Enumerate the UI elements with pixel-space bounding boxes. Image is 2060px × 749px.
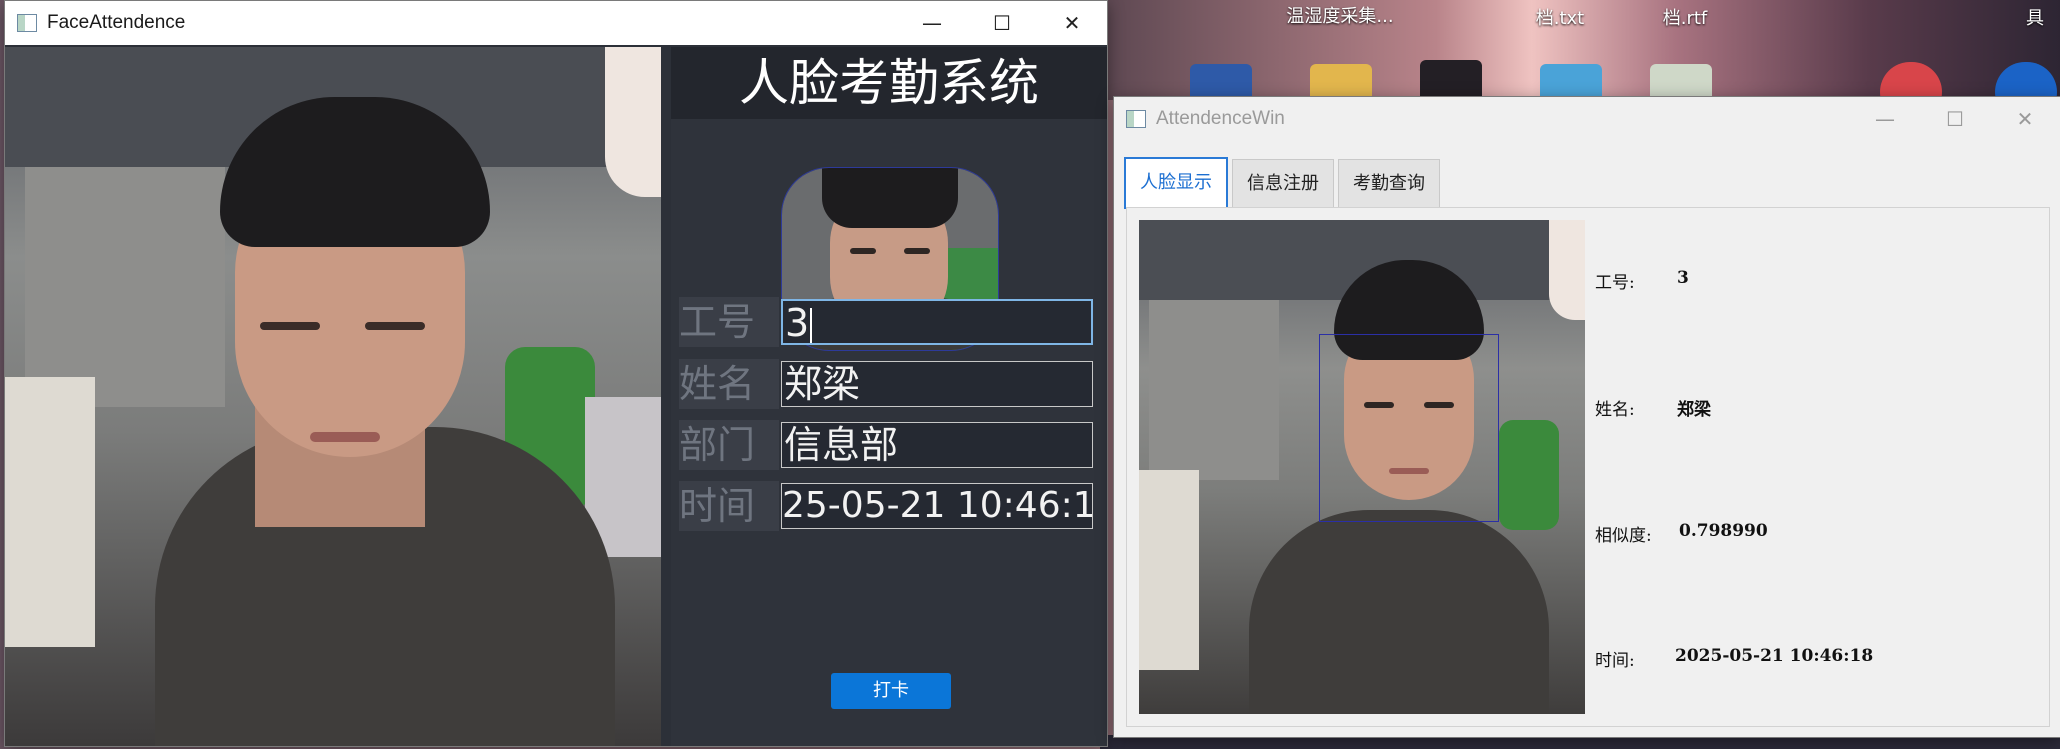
app-window-icon: [1126, 110, 1146, 128]
camera-feed: [5, 47, 661, 746]
person-eye: [260, 322, 320, 330]
wall: [25, 167, 225, 407]
window-title: AttendenceWin: [1156, 108, 1285, 129]
title-bar[interactable]: FaceAttendence — ☐ ✕: [5, 1, 1107, 45]
name-value: 郑梁: [1677, 400, 1711, 420]
name-label: 姓名: [679, 359, 779, 409]
info-id: 工号: 3: [1595, 268, 1689, 293]
maximize-icon[interactable]: ☐: [1920, 97, 1990, 141]
tab-face-display[interactable]: 人脸显示: [1124, 157, 1228, 209]
shelf: [5, 377, 95, 647]
id-input[interactable]: 3: [781, 299, 1093, 345]
maximize-icon[interactable]: ☐: [967, 1, 1037, 45]
field-row-time: 时间 25-05-21 10:46:12: [679, 481, 1099, 531]
panel-title: 人脸考勤系统: [671, 47, 1107, 119]
field-row-id: 工号 3: [679, 297, 1099, 347]
department-label: 部门: [679, 420, 779, 470]
desktop-icon-label[interactable]: 档.rtf: [1645, 8, 1725, 30]
close-icon[interactable]: ✕: [1037, 1, 1107, 45]
tab-attendance-query[interactable]: 考勤查询: [1338, 159, 1440, 208]
close-icon[interactable]: ✕: [1990, 97, 2060, 141]
curtain: [605, 47, 661, 197]
app-window-icon: [17, 14, 37, 32]
face-detection-box: [1319, 334, 1499, 522]
id-value: 3: [1677, 268, 1689, 288]
field-row-dept: 部门 信息部: [679, 420, 1099, 470]
desktop-icon-label[interactable]: 具: [2015, 8, 2055, 30]
similarity-label: 相似度:: [1595, 526, 1652, 546]
info-time: 时间: 2025-05-21 10:46:18: [1595, 646, 1873, 671]
id-value: 3: [785, 301, 810, 345]
face-attendence-window: FaceAttendence — ☐ ✕ 人脸考勤系统 工号 3 姓名 郑梁 部…: [5, 1, 1107, 746]
minimize-icon[interactable]: —: [1850, 97, 1920, 141]
desktop-icon-label[interactable]: 档.txt: [1520, 8, 1600, 30]
face-display-pane: 工号: 3 姓名: 郑梁 相似度: 0.798990 时间: 2025-05-2…: [1126, 207, 2050, 727]
punch-in-button[interactable]: 打卡: [831, 673, 951, 709]
info-name: 姓名: 郑梁: [1595, 395, 1711, 420]
camera-feed: [1139, 220, 1585, 714]
attendance-panel: 人脸考勤系统 工号 3 姓名 郑梁 部门 信息部 时间 25-05-21 10:…: [671, 47, 1107, 746]
time-label: 时间:: [1595, 651, 1635, 671]
taskbar-edge: [1100, 735, 2060, 749]
id-label: 工号: [679, 297, 779, 347]
info-similarity: 相似度: 0.798990: [1595, 521, 1768, 546]
desktop-icon-label[interactable]: 温湿度采集...: [1280, 6, 1400, 28]
id-label: 工号:: [1595, 273, 1635, 293]
tab-info-register[interactable]: 信息注册: [1232, 159, 1334, 208]
person-mouth: [310, 432, 380, 442]
department-input[interactable]: 信息部: [781, 422, 1093, 468]
name-label: 姓名:: [1595, 400, 1635, 420]
time-input[interactable]: 25-05-21 10:46:12: [781, 483, 1093, 529]
tab-bar: 人脸显示 信息注册 考勤查询: [1124, 157, 1444, 209]
time-label: 时间: [679, 481, 779, 531]
window-title: FaceAttendence: [47, 12, 186, 33]
title-bar[interactable]: AttendenceWin — ☐ ✕: [1114, 97, 2060, 141]
text-caret: [810, 307, 813, 343]
similarity-value: 0.798990: [1679, 521, 1768, 541]
field-row-name: 姓名 郑梁: [679, 359, 1099, 409]
time-value: 2025-05-21 10:46:18: [1675, 646, 1874, 666]
person-eye: [365, 322, 425, 330]
minimize-icon[interactable]: —: [897, 1, 967, 45]
name-input[interactable]: 郑梁: [781, 361, 1093, 407]
attendence-window: AttendenceWin — ☐ ✕ 人脸显示 信息注册 考勤查询 工号: 3…: [1114, 97, 2060, 737]
